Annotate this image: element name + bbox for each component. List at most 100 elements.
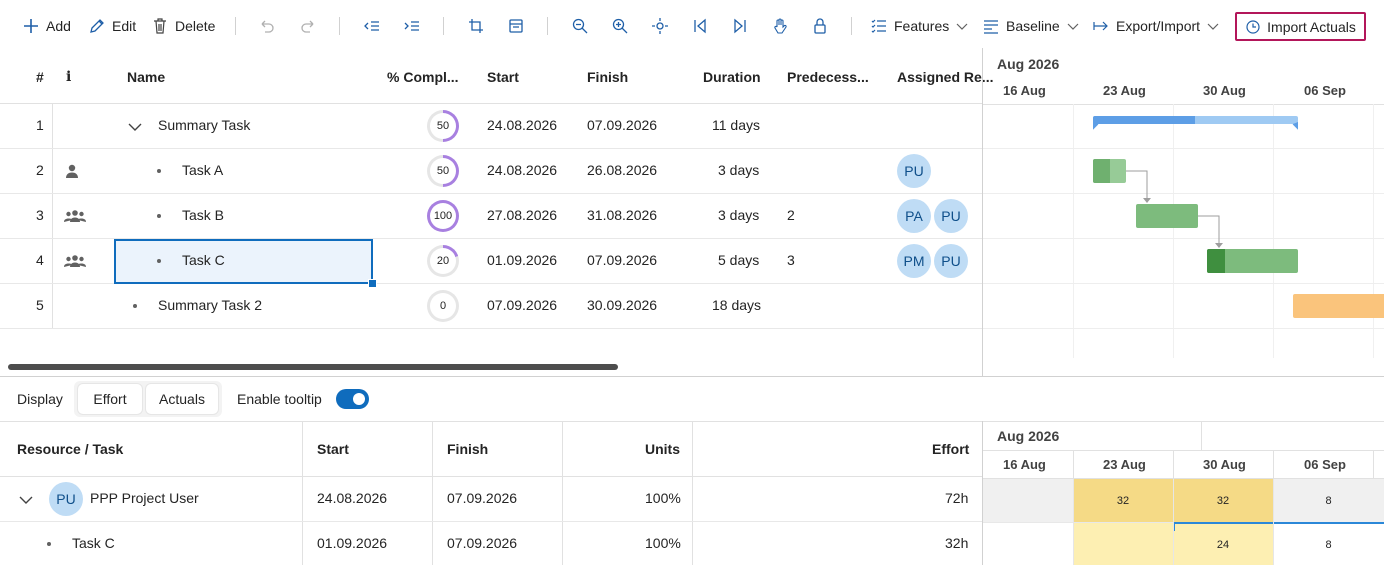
task-grid-header: # i Name % Compl... Start Finish Duratio…	[0, 52, 993, 104]
task-duration[interactable]: 18 days	[712, 297, 761, 313]
avatar[interactable]: PA	[897, 199, 931, 233]
column-header-info[interactable]: i	[66, 69, 71, 85]
column-header-units[interactable]: Units	[645, 441, 680, 457]
redo-icon[interactable]	[297, 15, 319, 37]
resource-effort[interactable]: 72h	[945, 490, 968, 506]
display-mode-toggle: Effort Actuals	[74, 381, 222, 417]
column-header-start[interactable]: Start	[317, 441, 349, 457]
task-duration[interactable]: 5 days	[718, 252, 759, 268]
task-duration[interactable]: 11 days	[712, 117, 760, 133]
features-dropdown[interactable]: Features	[870, 14, 969, 38]
column-header-finish[interactable]: Finish	[447, 441, 488, 457]
assignment-effort[interactable]: 32h	[945, 535, 968, 551]
column-header-number[interactable]: #	[36, 69, 44, 85]
timeline-cell[interactable]: 32	[1173, 479, 1273, 523]
task-predecessor[interactable]: 2	[787, 207, 795, 223]
table-row[interactable]: 5 Summary Task 2 0 07.09.2026 30.09.2026…	[0, 284, 982, 329]
zoom-in-icon[interactable]	[609, 15, 631, 37]
timeline-cell[interactable]: 32	[1073, 479, 1173, 523]
avatar[interactable]: PU	[934, 244, 968, 278]
column-header-effort[interactable]: Effort	[932, 441, 969, 457]
outdent-icon[interactable]	[361, 15, 383, 37]
task-name[interactable]: Summary Task 2	[158, 297, 262, 313]
add-button[interactable]: Add	[22, 14, 71, 38]
avatar[interactable]: PU	[49, 482, 83, 516]
task-name[interactable]: Task A	[182, 162, 223, 178]
export-import-dropdown[interactable]: Export/Import	[1092, 14, 1220, 38]
undo-icon[interactable]	[256, 15, 278, 37]
timeline-cell[interactable]: 8	[1273, 479, 1384, 523]
timeline-cell[interactable]	[1073, 523, 1173, 565]
avatar[interactable]: PM	[897, 244, 931, 278]
avatar[interactable]: PU	[934, 199, 968, 233]
column-header-predecessors[interactable]: Predecess...	[787, 69, 869, 85]
chevron-down-icon[interactable]	[128, 121, 142, 133]
task-name[interactable]: Task B	[182, 207, 224, 223]
table-row[interactable]: 3 Task B 100 27.08.2026 31.08.2026 3 day…	[0, 194, 982, 239]
task-start[interactable]: 01.09.2026	[487, 252, 557, 268]
enable-tooltip-switch[interactable]	[336, 389, 369, 409]
table-row[interactable]: 1 Summary Task 50 24.08.2026 07.09.2026 …	[0, 104, 982, 149]
task-start[interactable]: 24.08.2026	[487, 117, 557, 133]
baseline-dropdown[interactable]: Baseline	[982, 14, 1080, 38]
task-finish[interactable]: 26.08.2026	[587, 162, 657, 178]
task-duration[interactable]: 3 days	[718, 162, 759, 178]
selected-cell[interactable]	[114, 239, 373, 284]
percent-complete-ring: 50	[427, 110, 459, 142]
actuals-tab[interactable]: Actuals	[146, 384, 218, 414]
table-row[interactable]: 2 Task A 50 24.08.2026 26.08.2026 3 days…	[0, 149, 982, 194]
column-header-finish[interactable]: Finish	[587, 69, 628, 85]
task-start[interactable]: 24.08.2026	[487, 162, 557, 178]
resource-row[interactable]: PU PPP Project User 24.08.2026 07.09.202…	[0, 477, 982, 522]
lock-icon[interactable]	[809, 15, 831, 37]
assignment-units[interactable]: 100%	[645, 535, 681, 551]
resource-start: 24.08.2026	[317, 490, 388, 506]
task-start[interactable]: 07.09.2026	[487, 297, 557, 313]
add-dependency-icon[interactable]	[465, 15, 487, 37]
fit-to-screen-icon[interactable]	[649, 15, 671, 37]
column-header-assigned-resources[interactable]: Assigned Re...	[897, 69, 993, 85]
pane-splitter[interactable]	[0, 376, 1384, 377]
export-arrow-icon	[1093, 21, 1108, 31]
assignment-finish: 07.09.2026	[447, 535, 518, 551]
task-finish[interactable]: 30.09.2026	[587, 297, 657, 313]
column-header-start[interactable]: Start	[487, 69, 519, 85]
assignment-task-name[interactable]: Task C	[72, 535, 115, 551]
column-header-percent-complete[interactable]: % Compl...	[387, 69, 459, 85]
effort-tab[interactable]: Effort	[78, 384, 142, 414]
resource-units[interactable]: 100%	[645, 490, 681, 506]
indent-icon[interactable]	[401, 15, 423, 37]
column-header-resource-task[interactable]: Resource / Task	[17, 441, 123, 457]
task-finish[interactable]: 07.09.2026	[587, 252, 657, 268]
import-actuals-button[interactable]: Import Actuals	[1235, 12, 1366, 41]
column-header-name[interactable]: Name	[127, 69, 165, 85]
task-predecessor[interactable]: 3	[787, 252, 795, 268]
edit-button[interactable]: Edit	[88, 14, 136, 38]
chevron-down-icon[interactable]	[19, 494, 33, 506]
pan-hand-icon[interactable]	[769, 15, 791, 37]
resource-name[interactable]: PPP Project User	[90, 490, 199, 506]
task-finish[interactable]: 07.09.2026	[587, 117, 657, 133]
resource-gantt-week-label: 30 Aug	[1203, 457, 1246, 472]
column-header-duration[interactable]: Duration	[703, 69, 761, 85]
scroll-to-end-icon[interactable]	[729, 15, 751, 37]
task-finish[interactable]: 31.08.2026	[587, 207, 657, 223]
split-task-icon[interactable]	[505, 15, 527, 37]
task-start[interactable]: 27.08.2026	[487, 207, 557, 223]
task-duration[interactable]: 3 days	[718, 207, 759, 223]
resource-task-row[interactable]: Task C 01.09.2026 07.09.2026 100% 32h	[0, 522, 982, 565]
delete-button[interactable]: Delete	[151, 14, 215, 38]
trash-icon	[154, 18, 166, 34]
task-name[interactable]: Summary Task	[158, 117, 250, 133]
resource-gantt-week-label: 16 Aug	[1003, 457, 1046, 472]
scroll-to-start-icon[interactable]	[689, 15, 711, 37]
horizontal-scrollbar[interactable]	[8, 364, 618, 370]
timeline-cell[interactable]	[983, 479, 1073, 523]
table-row[interactable]: 4 Task C 20 01.09.2026 07.09.2026 5 days…	[0, 239, 982, 288]
toolbar-divider	[339, 17, 340, 35]
zoom-out-icon[interactable]	[569, 15, 591, 37]
task-name[interactable]: Task C	[182, 252, 225, 268]
chevron-down-icon	[1067, 23, 1079, 30]
list-check-icon	[871, 19, 886, 33]
avatar[interactable]: PU	[897, 154, 931, 188]
